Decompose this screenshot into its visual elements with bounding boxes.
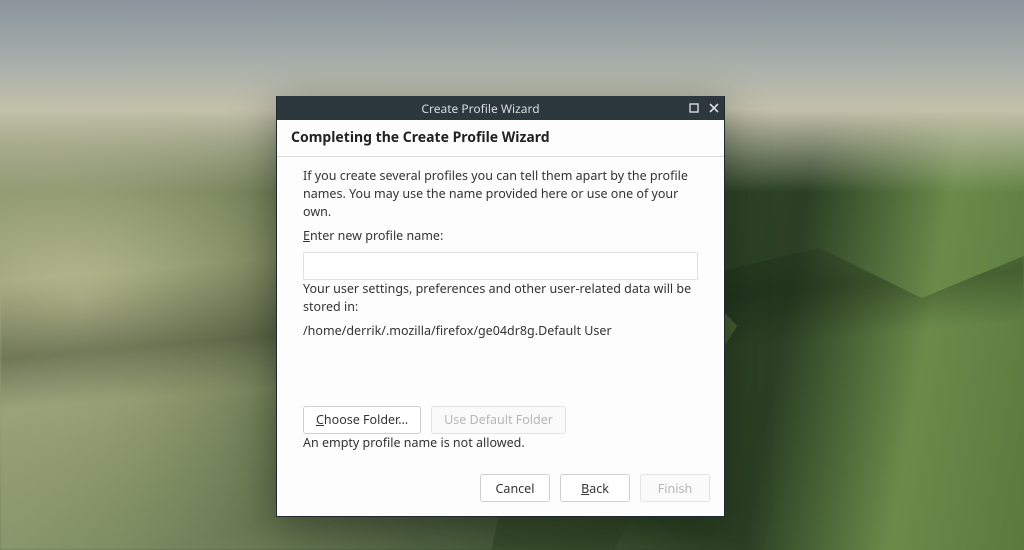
desktop-wallpaper: Create Profile Wizard Completing the Cre… [0,0,1024,550]
profile-name-input[interactable] [303,252,698,280]
error-text: An empty profile name is not allowed. [303,434,698,452]
folder-button-row: Choose Folder… Use Default Folder [303,406,698,434]
intro-text: If you create several profiles you can t… [303,167,698,221]
storage-path: /home/derrik/.mozilla/firefox/ge04dr8g.D… [303,322,698,340]
cancel-button[interactable]: Cancel [480,474,550,502]
create-profile-wizard-dialog: Create Profile Wizard Completing the Cre… [276,96,725,517]
profile-name-label: Enter new profile name: [303,227,698,245]
storage-label: Your user settings, preferences and othe… [303,280,698,316]
maximize-icon[interactable] [684,98,704,118]
close-icon[interactable] [704,98,724,118]
profile-name-mnemonic: E [303,227,310,244]
finish-button: Finish [640,474,710,502]
choose-folder-button[interactable]: Choose Folder… [303,406,421,434]
dialog-body: If you create several profiles you can t… [277,157,724,452]
window-title: Create Profile Wizard [277,100,684,117]
titlebar[interactable]: Create Profile Wizard [277,96,724,120]
dialog-footer: Cancel Back Finish [277,458,724,516]
page-heading: Completing the Create Profile Wizard [277,120,724,157]
back-button[interactable]: Back [560,474,630,502]
spacer [303,346,698,406]
dialog-client-area: Completing the Create Profile Wizard If … [277,120,724,516]
use-default-folder-button: Use Default Folder [431,406,566,434]
